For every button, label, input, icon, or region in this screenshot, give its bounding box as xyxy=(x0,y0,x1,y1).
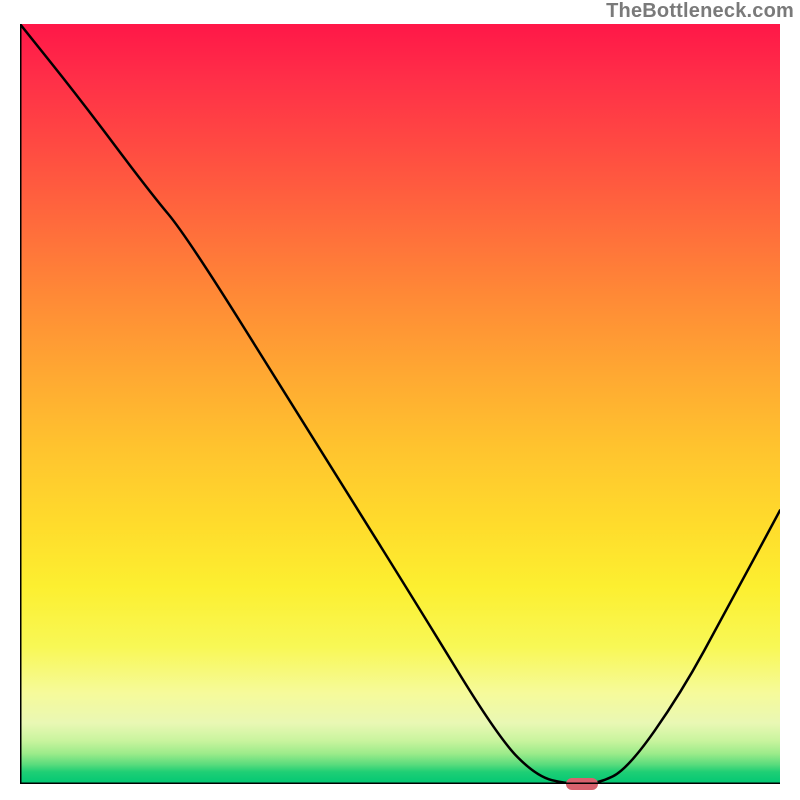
chart-container: TheBottleneck.com xyxy=(0,0,800,800)
plot-area xyxy=(20,24,780,784)
bottleneck-curve xyxy=(20,24,780,784)
curve-layer xyxy=(20,24,780,784)
attribution-text: TheBottleneck.com xyxy=(606,0,794,23)
optimal-marker xyxy=(566,778,598,790)
